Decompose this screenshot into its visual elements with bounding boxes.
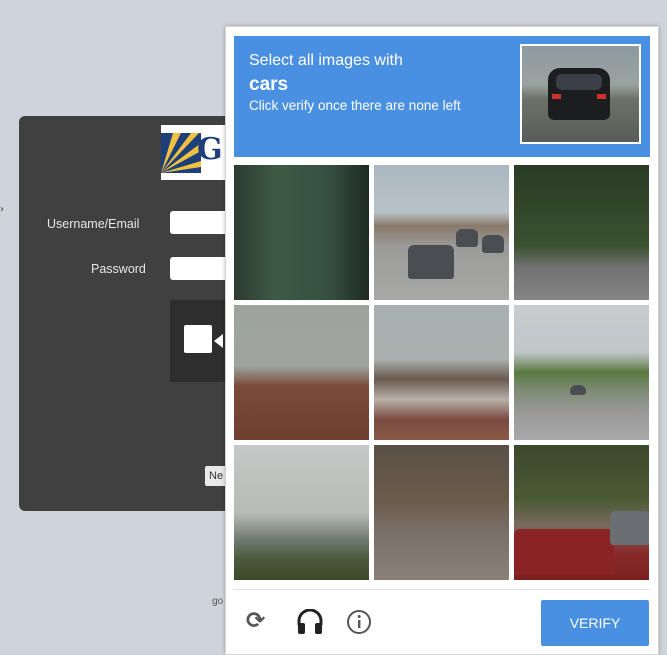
captcha-challenge: Select all images with cars Click verify… (225, 26, 659, 655)
captcha-header: Select all images with cars Click verify… (234, 36, 650, 157)
captcha-tile-8[interactable] (374, 445, 509, 580)
sample-image (520, 44, 641, 144)
captcha-target-object: cars (249, 74, 289, 95)
captcha-tile-4[interactable] (234, 305, 369, 440)
password-label: Password (91, 262, 146, 276)
sample-car (548, 68, 610, 120)
tail-light (552, 94, 561, 99)
sunburst-icon (161, 133, 201, 173)
tile-car (482, 235, 504, 253)
captcha-tile-5[interactable] (374, 305, 509, 440)
captcha-subinstruction: Click verify once there are none left (249, 98, 461, 113)
verify-button[interactable]: VERIFY (541, 600, 649, 646)
tile-car (570, 385, 586, 395)
info-svg (347, 610, 371, 634)
captcha-instruction: Select all images with (249, 52, 403, 69)
headphones-icon[interactable] (296, 608, 324, 640)
captcha-footer: ⟳ VERIFY (234, 589, 650, 648)
recaptcha-checkbox[interactable] (184, 325, 212, 353)
tile-car (456, 229, 478, 247)
username-label: Username/Email (47, 217, 140, 231)
tile-car (514, 529, 614, 575)
tile-car (610, 511, 649, 545)
captcha-image-grid (234, 165, 650, 581)
captcha-tile-6[interactable] (514, 305, 649, 440)
headphones-svg (297, 608, 323, 634)
captcha-tile-3[interactable] (514, 165, 649, 300)
captcha-tile-2[interactable] (374, 165, 509, 300)
captcha-tile-9[interactable] (514, 445, 649, 580)
pointer-arrow-icon (214, 334, 223, 348)
info-icon[interactable] (346, 609, 372, 640)
reload-icon[interactable]: ⟳ (246, 609, 265, 633)
captcha-tile-7[interactable] (234, 445, 369, 580)
tile-car (408, 245, 454, 279)
captcha-tile-1[interactable] (234, 165, 369, 300)
tail-light (597, 94, 606, 99)
logo-text: G (197, 132, 223, 167)
page-footer-text: go (212, 596, 224, 607)
bg-arrow-glyph: › (0, 204, 4, 215)
